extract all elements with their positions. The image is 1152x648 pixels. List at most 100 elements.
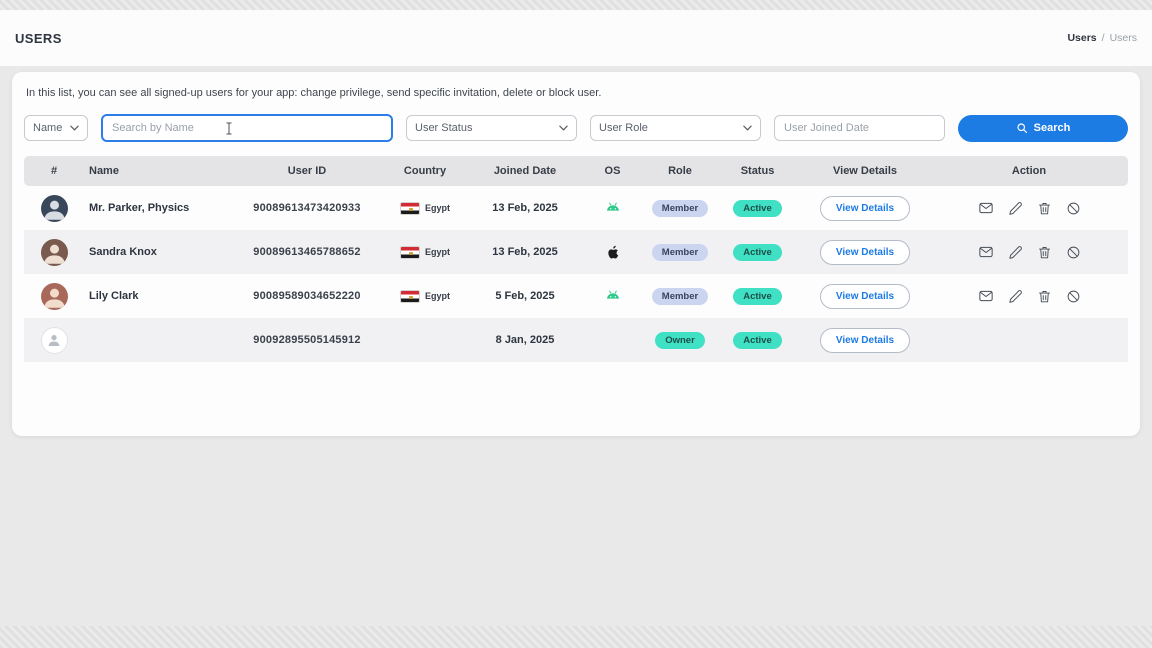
user-id: 90089613473420933: [234, 202, 380, 214]
chevron-down-icon: [743, 125, 752, 131]
status-badge: Active: [733, 288, 782, 305]
delete-icon[interactable]: [1037, 245, 1052, 260]
role-cell: Member: [645, 200, 715, 217]
block-icon[interactable]: [1066, 289, 1081, 304]
table-row: 90092895505145912 8 Jan, 2025 Owner Acti…: [24, 318, 1128, 362]
avatar-cell: [24, 283, 84, 310]
email-icon[interactable]: [978, 244, 994, 260]
chevron-down-icon: [559, 125, 568, 131]
avatar: [41, 239, 68, 266]
col-action: Action: [930, 165, 1128, 177]
user-name: Mr. Parker, Physics: [84, 202, 234, 214]
status-cell: Active: [715, 200, 800, 217]
col-country: Country: [380, 165, 470, 177]
egypt-flag-icon: [400, 202, 420, 215]
edit-icon[interactable]: [1008, 245, 1023, 260]
android-icon: [604, 290, 622, 302]
user-id: 90089613465788652: [234, 246, 380, 258]
col-index: #: [24, 165, 84, 177]
search-input-wrap: [101, 114, 393, 142]
role-cell: Owner: [645, 332, 715, 349]
role-badge: Member: [652, 244, 708, 261]
actions-cell: [930, 244, 1128, 260]
country-cell: Egypt: [380, 246, 470, 259]
page-title: USERS: [15, 31, 62, 46]
role-badge: Owner: [655, 332, 705, 349]
block-icon[interactable]: [1066, 201, 1081, 216]
email-icon[interactable]: [978, 288, 994, 304]
role-badge: Member: [652, 288, 708, 305]
view-details-cell: View Details: [800, 240, 930, 265]
role-cell: Member: [645, 244, 715, 261]
avatar-cell: [24, 239, 84, 266]
joined-date: 13 Feb, 2025: [470, 202, 580, 214]
user-role-select[interactable]: User Role: [590, 115, 761, 141]
user-name: Sandra Knox: [84, 246, 234, 258]
filter-bar: Name User Status User Role: [24, 114, 1128, 142]
col-view-details: View Details: [800, 165, 930, 177]
role-badge: Member: [652, 200, 708, 217]
view-details-cell: View Details: [800, 328, 930, 353]
breadcrumb-separator: /: [1102, 32, 1105, 44]
view-details-button[interactable]: View Details: [820, 284, 910, 309]
os-cell: [580, 202, 645, 214]
search-button[interactable]: Search: [958, 115, 1128, 142]
search-field-select[interactable]: Name: [24, 115, 88, 141]
avatar: [41, 283, 68, 310]
joined-date-input[interactable]: [774, 115, 945, 141]
egypt-flag-icon: [400, 246, 420, 259]
country-label: Egypt: [425, 247, 450, 257]
country-cell: Egypt: [380, 290, 470, 303]
user-status-select-value: User Status: [415, 122, 472, 134]
actions-cell: [930, 200, 1128, 216]
search-field-select-value: Name: [33, 122, 62, 134]
user-id: 90089589034652220: [234, 290, 380, 302]
avatar-cell: [24, 195, 84, 222]
avatar: [41, 195, 68, 222]
status-badge: Active: [733, 332, 782, 349]
view-details-button[interactable]: View Details: [820, 196, 910, 221]
joined-date: 5 Feb, 2025: [470, 290, 580, 302]
search-button-label: Search: [1034, 122, 1071, 134]
status-cell: Active: [715, 288, 800, 305]
delete-icon[interactable]: [1037, 289, 1052, 304]
os-cell: [580, 290, 645, 302]
table-row: Lily Clark 90089589034652220 Egypt 5 Feb…: [24, 274, 1128, 318]
android-icon: [604, 202, 622, 214]
delete-icon[interactable]: [1037, 201, 1052, 216]
user-status-select[interactable]: User Status: [406, 115, 577, 141]
chevron-down-icon: [70, 125, 79, 131]
apple-icon: [606, 245, 619, 260]
status-cell: Active: [715, 244, 800, 261]
block-icon[interactable]: [1066, 245, 1081, 260]
edit-icon[interactable]: [1008, 201, 1023, 216]
avatar-cell: [24, 327, 84, 354]
email-icon[interactable]: [978, 200, 994, 216]
user-name: Lily Clark: [84, 290, 234, 302]
country-label: Egypt: [425, 203, 450, 213]
country-cell: Egypt: [380, 202, 470, 215]
view-details-cell: View Details: [800, 196, 930, 221]
breadcrumb-current: Users: [1110, 32, 1137, 44]
view-details-button[interactable]: View Details: [820, 240, 910, 265]
joined-date: 8 Jan, 2025: [470, 334, 580, 346]
magnifier-icon: [1016, 122, 1028, 134]
user-role-select-value: User Role: [599, 122, 648, 134]
table-row: Mr. Parker, Physics 90089613473420933 Eg…: [24, 186, 1128, 230]
col-role: Role: [645, 165, 715, 177]
os-cell: [580, 245, 645, 260]
col-status: Status: [715, 165, 800, 177]
role-cell: Member: [645, 288, 715, 305]
card-description: In this list, you can see all signed-up …: [26, 87, 1128, 99]
egypt-flag-icon: [400, 290, 420, 303]
view-details-button[interactable]: View Details: [820, 328, 910, 353]
view-details-cell: View Details: [800, 284, 930, 309]
edit-icon[interactable]: [1008, 289, 1023, 304]
search-input[interactable]: [101, 114, 393, 142]
col-joined-date: Joined Date: [470, 165, 580, 177]
table-row: Sandra Knox 90089613465788652 Egypt 13 F…: [24, 230, 1128, 274]
col-name: Name: [84, 165, 234, 177]
avatar-placeholder: [41, 327, 68, 354]
status-badge: Active: [733, 200, 782, 217]
breadcrumb-root[interactable]: Users: [1067, 32, 1096, 44]
